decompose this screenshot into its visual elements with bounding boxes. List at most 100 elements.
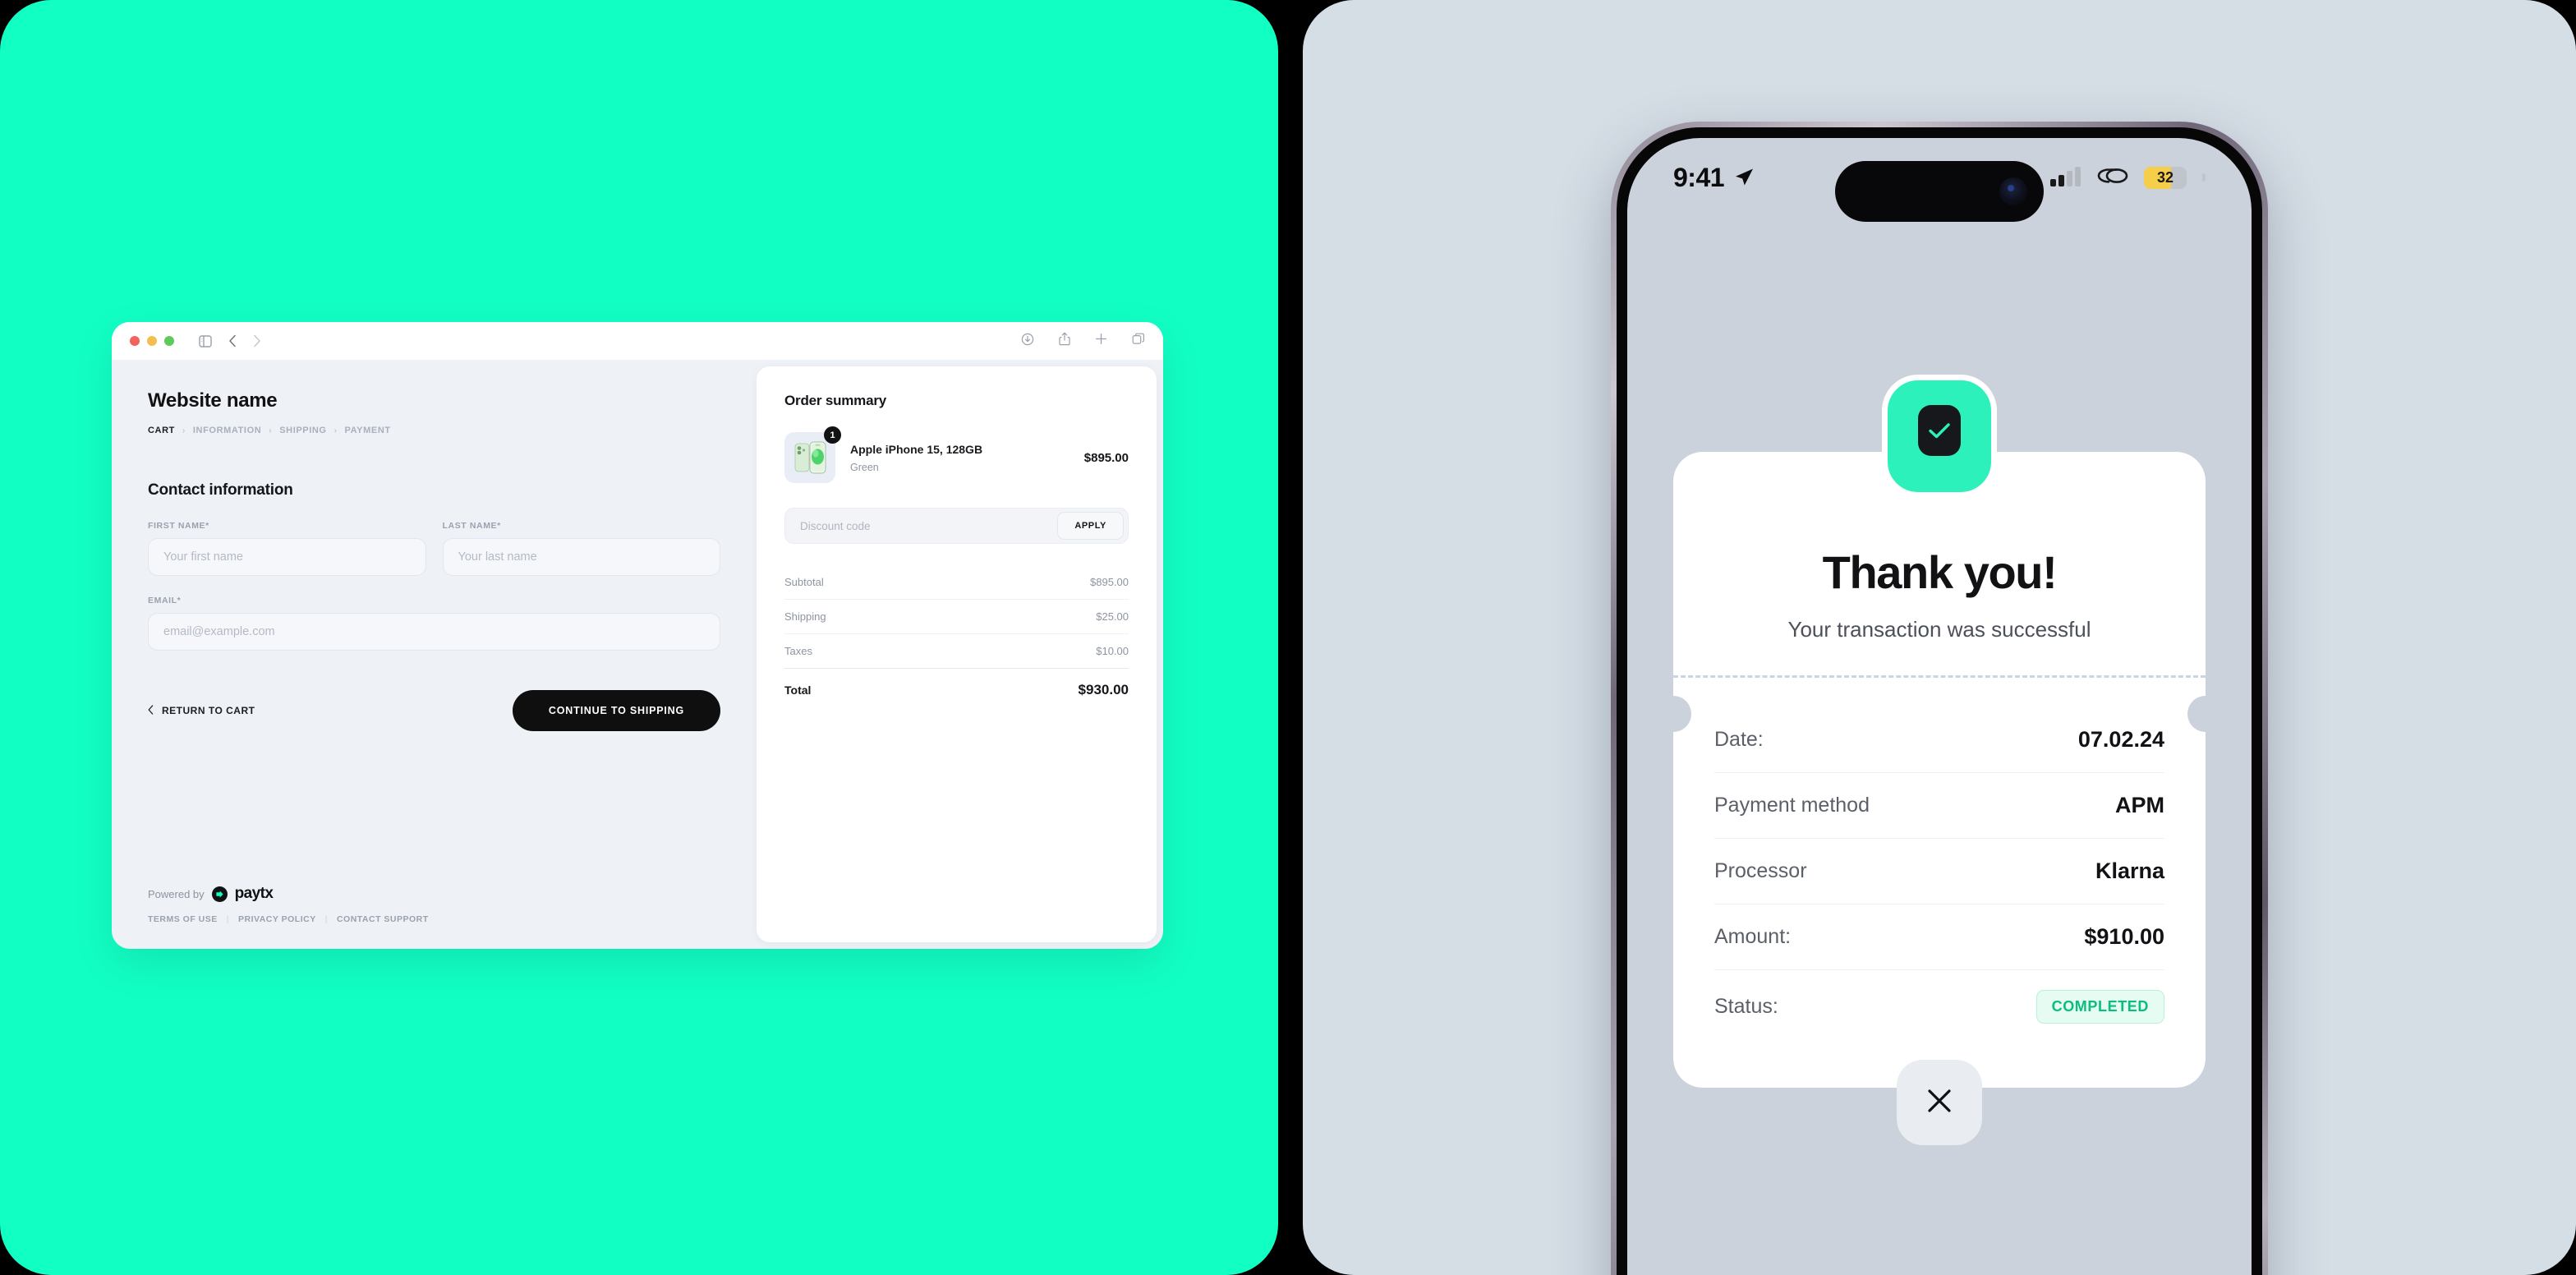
- left-showcase-panel: Website name CART › INFORMATION › SHIPPI…: [0, 0, 1278, 1275]
- battery-percentage: 32: [2156, 168, 2174, 186]
- shipping-value: $25.00: [1096, 610, 1129, 623]
- receipt-row-payment-method: Payment method APM: [1714, 772, 2164, 838]
- breadcrumb: CART › INFORMATION › SHIPPING › PAYMENT: [148, 426, 720, 435]
- page-title: Website name: [148, 389, 278, 412]
- name-field-row: FIRST NAME* LAST NAME*: [148, 521, 720, 576]
- battery-tip-icon: [2202, 173, 2206, 182]
- link-chain-icon: [2095, 164, 2130, 191]
- processor-label: Processor: [1714, 859, 1807, 882]
- success-badge: [1882, 375, 1997, 498]
- order-summary-heading: Order summary: [784, 393, 887, 408]
- breadcrumb-item-cart[interactable]: CART: [148, 426, 175, 435]
- taxes-label: Taxes: [784, 645, 812, 657]
- return-to-cart-label: RETURN TO CART: [162, 705, 255, 716]
- product-details: Apple iPhone 15, 128GB Green: [850, 443, 982, 473]
- receipt-row-date: Date: 07.02.24: [1714, 707, 2164, 772]
- apply-discount-button[interactable]: APPLY: [1057, 512, 1124, 540]
- transaction-receipt-card: Thank you! Your transaction was successf…: [1655, 375, 2224, 1088]
- last-name-label: LAST NAME*: [442, 521, 501, 531]
- right-showcase-panel: 9:41 32 Thank you! Your transaction was …: [1303, 0, 2576, 1275]
- amount-value: $910.00: [2084, 924, 2164, 949]
- amount-label: Amount:: [1714, 925, 1792, 948]
- status-bar-indicators: 32: [2050, 164, 2206, 191]
- receipt-detail-rows: Date: 07.02.24 Payment method APM Proces…: [1714, 707, 2164, 1043]
- status-label: Status:: [1714, 995, 1778, 1018]
- receipt-row-amount: Amount: $910.00: [1714, 904, 2164, 969]
- receipt-perforation-divider: [1673, 675, 2206, 678]
- checkout-page: Website name CART › INFORMATION › SHIPPI…: [112, 360, 1163, 949]
- total-label: Total: [784, 684, 812, 697]
- download-icon[interactable]: [1021, 333, 1034, 350]
- totals-row-taxes: Taxes $10.00: [784, 633, 1129, 668]
- chevron-right-icon[interactable]: [253, 334, 261, 348]
- front-camera-icon: [1999, 177, 2027, 205]
- receipt-subtitle: Your transaction was successful: [1787, 617, 2091, 642]
- check-mark-icon: [1918, 405, 1961, 456]
- powered-by-row: Powered by paytx: [148, 885, 429, 903]
- minimize-window-button[interactable]: [147, 336, 157, 346]
- payment-method-value: APM: [2115, 793, 2164, 817]
- plus-icon[interactable]: [1095, 333, 1107, 349]
- total-value: $930.00: [1078, 682, 1129, 697]
- last-name-field-group: LAST NAME*: [442, 521, 720, 576]
- close-x-icon: [1924, 1085, 1955, 1121]
- status-bar-time: 9:41: [1673, 162, 1725, 192]
- taxes-value: $10.00: [1096, 645, 1129, 657]
- totals-row-total: Total $930.00: [784, 668, 1129, 709]
- last-name-input[interactable]: [442, 538, 720, 576]
- sidebar-icon[interactable]: [199, 334, 212, 348]
- order-line-item: 1 Apple iPhone 15, 128GB Green $895.00: [784, 426, 1129, 483]
- contact-support-link[interactable]: CONTACT SUPPORT: [337, 914, 429, 924]
- location-arrow-icon: [1733, 167, 1755, 188]
- subtotal-label: Subtotal: [784, 576, 824, 588]
- breadcrumb-item-payment[interactable]: PAYMENT: [345, 426, 391, 435]
- close-window-button[interactable]: [130, 336, 140, 346]
- receipt-title: Thank you!: [1822, 546, 2058, 598]
- product-thumbnail-wrapper: 1: [784, 426, 841, 483]
- product-price: $895.00: [1083, 450, 1129, 465]
- footer-links: TERMS OF USE | PRIVACY POLICY | CONTACT …: [148, 914, 429, 924]
- subtotal-value: $895.00: [1090, 576, 1129, 588]
- phone-screen: 9:41 32 Thank you! Your transaction was …: [1627, 138, 2252, 1275]
- breadcrumb-item-shipping[interactable]: SHIPPING: [279, 426, 326, 435]
- zoom-window-button[interactable]: [164, 336, 174, 346]
- discount-code-input[interactable]: [800, 519, 1058, 532]
- browser-toolbar: [112, 322, 1163, 360]
- checkout-footer: Powered by paytx TERMS OF USE | PRIVACY …: [148, 885, 429, 924]
- breadcrumb-separator-icon: ›: [269, 426, 273, 435]
- quantity-badge: 1: [824, 426, 841, 444]
- product-variant: Green: [850, 461, 879, 473]
- continue-to-shipping-button[interactable]: CONTINUE TO SHIPPING: [512, 690, 720, 731]
- paytx-brand-name: paytx: [234, 885, 274, 902]
- first-name-field-group: FIRST NAME*: [148, 521, 426, 576]
- date-label: Date:: [1714, 728, 1764, 751]
- first-name-label: FIRST NAME*: [148, 521, 209, 531]
- order-totals: Subtotal $895.00 Shipping $25.00 Taxes $…: [784, 565, 1129, 709]
- browser-window: Website name CART › INFORMATION › SHIPPI…: [112, 322, 1163, 949]
- breadcrumb-separator-icon: ›: [182, 426, 186, 435]
- terms-of-use-link[interactable]: TERMS OF USE: [148, 914, 218, 924]
- privacy-policy-link[interactable]: PRIVACY POLICY: [238, 914, 316, 924]
- status-badge: COMPLETED: [2036, 990, 2164, 1024]
- checkout-form-column: Website name CART › INFORMATION › SHIPPI…: [112, 360, 757, 949]
- discount-code-row: APPLY: [784, 508, 1129, 544]
- breadcrumb-item-information[interactable]: INFORMATION: [193, 426, 261, 435]
- chevron-left-icon[interactable]: [228, 334, 237, 348]
- close-receipt-button[interactable]: [1897, 1060, 1982, 1145]
- contact-information-heading: Contact information: [148, 481, 293, 499]
- cellular-signal-icon: [2050, 165, 2082, 191]
- tabs-icon[interactable]: [1132, 333, 1145, 350]
- totals-row-subtotal: Subtotal $895.00: [784, 565, 1129, 599]
- email-input[interactable]: [148, 613, 720, 651]
- first-name-input[interactable]: [148, 538, 426, 576]
- footer-link-separator: |: [226, 914, 229, 924]
- chevron-left-icon: [148, 704, 154, 717]
- window-traffic-lights[interactable]: [130, 336, 174, 346]
- breadcrumb-separator-icon: ›: [334, 426, 338, 435]
- share-icon[interactable]: [1059, 332, 1070, 350]
- processor-value: Klarna: [2095, 858, 2164, 883]
- return-to-cart-link[interactable]: RETURN TO CART: [148, 704, 255, 717]
- paytx-logo-icon: [211, 886, 228, 902]
- phone-device-frame: 9:41 32 Thank you! Your transaction was …: [1611, 122, 2268, 1275]
- footer-link-separator: |: [324, 914, 328, 924]
